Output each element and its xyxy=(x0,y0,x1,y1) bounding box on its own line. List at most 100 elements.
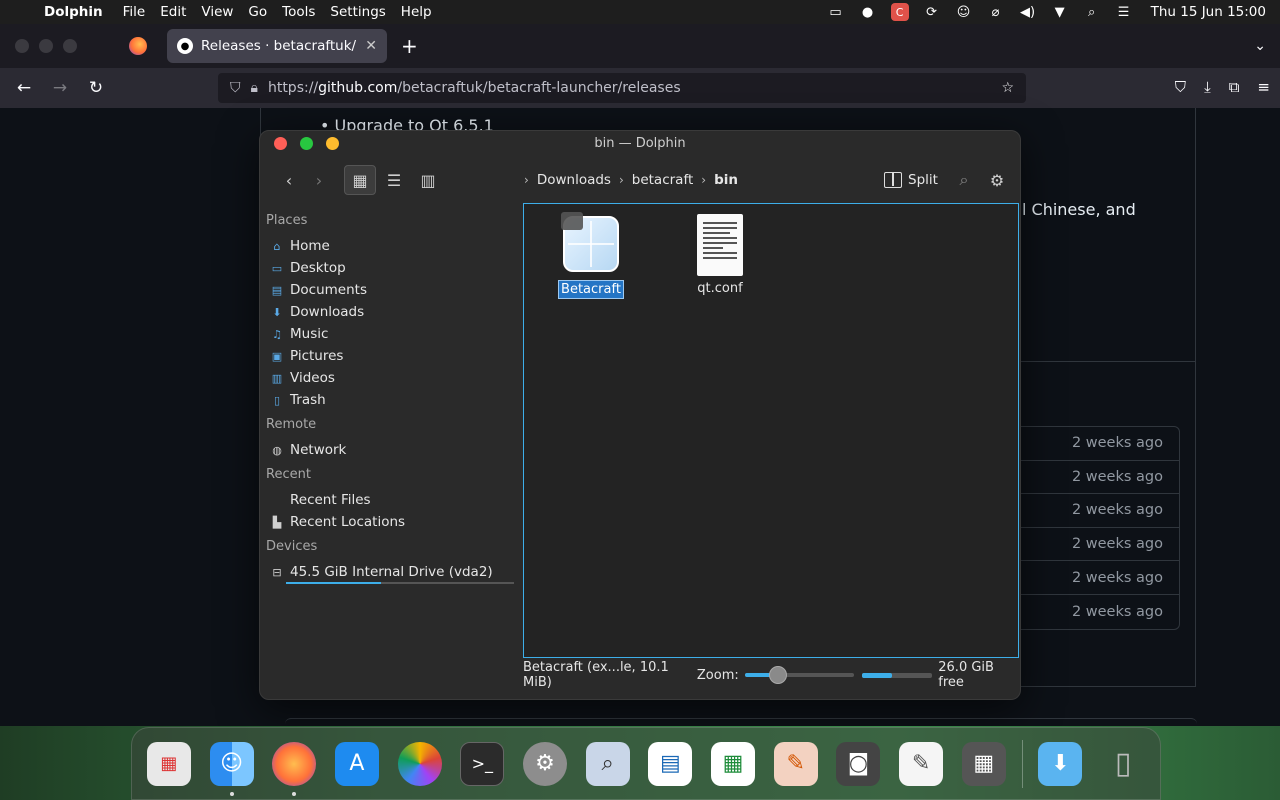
lock-icon[interactable]: 🔒︎ xyxy=(251,80,258,96)
network-off-icon[interactable]: ⌀ xyxy=(987,4,1005,20)
draw-icon[interactable]: ✎ xyxy=(769,736,823,792)
menu-icon[interactable]: ≡ xyxy=(1257,78,1270,96)
clock[interactable]: Thu 15 Jun 15:00 xyxy=(1151,4,1266,20)
sidebar-item-pictures[interactable]: ▣ Pictures xyxy=(266,345,516,367)
sidebar-item-internal-drive[interactable]: ⊟ 45.5 GiB Internal Drive (vda2) xyxy=(266,561,516,583)
url-bar[interactable]: ⛉ 🔒︎ https://github.com/betacraftuk/beta… xyxy=(218,73,1026,103)
extensions-icon[interactable]: ⧉ xyxy=(1229,78,1240,96)
file-view[interactable]: Betacraft qt.conf xyxy=(523,203,1019,658)
details-view-button[interactable]: ☰ xyxy=(380,165,408,195)
volume-icon[interactable]: ◀) xyxy=(1019,4,1037,20)
sidebar-item-trash[interactable]: ▯ Trash xyxy=(266,389,516,411)
menu-edit[interactable]: Edit xyxy=(160,4,186,20)
close-window-button[interactable] xyxy=(15,39,29,53)
search-icon[interactable]: ⌕ xyxy=(952,165,976,195)
textedit-icon[interactable]: ✎ xyxy=(894,736,948,792)
chevron-right-icon[interactable]: › xyxy=(524,173,529,187)
hamburger-menu-icon[interactable]: ⚙ xyxy=(984,165,1010,195)
control-center-icon[interactable]: ☰ xyxy=(1115,4,1133,20)
bookmark-star-icon[interactable]: ☆ xyxy=(1001,80,1014,96)
icons-view-button[interactable]: ▦ xyxy=(344,165,376,195)
asset-row[interactable]: 2 weeks ago xyxy=(1020,595,1179,629)
firefox-icon[interactable] xyxy=(267,736,321,796)
notification-app-icon[interactable]: C xyxy=(890,3,909,21)
maximize-button[interactable] xyxy=(300,137,313,150)
sidebar-item-recent-files[interactable]: Recent Files xyxy=(266,489,516,511)
pocket-icon[interactable]: ⛉ xyxy=(1175,78,1186,96)
sidebar-item-desktop[interactable]: ▭ Desktop xyxy=(266,257,516,279)
search-icon[interactable]: ⌕ xyxy=(1083,4,1101,20)
text-file-icon xyxy=(697,214,743,276)
finder-icon[interactable]: ☺ xyxy=(205,736,259,796)
recent-section-label: Recent xyxy=(266,467,311,482)
selection-info: Betacraft (ex...le, 10.1 MiB) xyxy=(523,660,669,690)
calc-icon[interactable]: ▦ xyxy=(706,736,760,792)
asset-row[interactable]: 2 weeks ago xyxy=(1020,561,1179,595)
menu-help[interactable]: Help xyxy=(401,4,432,20)
new-tab-button[interactable]: + xyxy=(401,34,418,58)
back-button[interactable]: ← xyxy=(6,78,42,98)
zoom-slider[interactable] xyxy=(744,666,855,684)
writer-icon[interactable]: ▤ xyxy=(644,736,698,792)
battery-icon[interactable]: ▭ xyxy=(827,4,845,20)
browser-tab-releases[interactable]: ● Releases · betacraftuk/betacraft-launc… xyxy=(167,29,387,63)
list-tabs-icon[interactable]: ⌄ xyxy=(1254,38,1266,54)
columns-view-button[interactable]: ▥ xyxy=(414,165,442,195)
downloads-icon[interactable]: ⤓ xyxy=(1204,78,1211,96)
menu-settings[interactable]: Settings xyxy=(330,4,385,20)
trash-icon[interactable]: ▯ xyxy=(1096,736,1150,792)
minimize-window-button[interactable] xyxy=(39,39,53,53)
split-button[interactable]: Split xyxy=(884,165,938,195)
app-store-icon[interactable]: A xyxy=(330,736,384,792)
reload-button[interactable]: ↻ xyxy=(78,78,114,98)
breadcrumb-downloads[interactable]: Downloads xyxy=(537,172,611,188)
terminal-icon[interactable]: >_ xyxy=(455,736,509,792)
downloads-folder-icon[interactable]: ⬇ xyxy=(1034,736,1088,792)
sidebar-item-network[interactable]: ◍ Network xyxy=(266,439,516,461)
asset-row[interactable]: 2 weeks ago xyxy=(1020,528,1179,562)
close-tab-icon[interactable]: ✕ xyxy=(365,38,377,54)
close-button[interactable] xyxy=(274,137,287,150)
sync-icon[interactable]: ⟳ xyxy=(923,4,941,20)
sidebar-item-videos[interactable]: ▥ Videos xyxy=(266,367,516,389)
calculator-icon[interactable]: ▦ xyxy=(957,736,1011,792)
chevron-right-icon[interactable]: › xyxy=(619,173,624,187)
chevron-right-icon[interactable]: › xyxy=(701,173,706,187)
asset-row[interactable]: 2 weeks ago xyxy=(1020,427,1179,461)
selection-checkbox[interactable] xyxy=(561,212,583,230)
shield-icon[interactable]: ⛉ xyxy=(230,80,241,96)
photos-icon[interactable] xyxy=(393,736,447,792)
cassette-icon[interactable]: ◙ xyxy=(832,736,886,792)
menu-go[interactable]: Go xyxy=(248,4,267,20)
back-button[interactable]: ‹ xyxy=(276,165,302,195)
maximize-window-button[interactable] xyxy=(63,39,77,53)
menu-view[interactable]: View xyxy=(201,4,233,20)
breadcrumb-bin[interactable]: bin xyxy=(714,172,738,188)
dolphin-title-bar[interactable]: bin — Dolphin xyxy=(260,131,1020,155)
firefox-view-icon[interactable] xyxy=(129,37,147,55)
menu-file[interactable]: File xyxy=(123,4,146,20)
launchpad-icon[interactable]: ▦ xyxy=(142,736,196,792)
preview-icon[interactable]: ⌕ xyxy=(581,736,635,792)
sidebar-item-documents[interactable]: ▤ Documents xyxy=(266,279,516,301)
account-icon[interactable]: ☺ xyxy=(955,4,973,20)
sidebar-item-downloads[interactable]: ⬇ Downloads xyxy=(266,301,516,323)
breadcrumb-betacraft[interactable]: betacraft xyxy=(632,172,694,188)
asset-row[interactable]: 2 weeks ago xyxy=(1020,461,1179,495)
system-settings-icon[interactable]: ⚙ xyxy=(518,736,572,792)
minimize-button[interactable] xyxy=(326,137,339,150)
file-item-qt-conf[interactable]: qt.conf xyxy=(665,214,775,297)
sidebar-item-recent-locations[interactable]: ▙ Recent Locations xyxy=(266,511,516,533)
sidebar-item-home[interactable]: ⌂ Home xyxy=(266,235,516,257)
menu-tools[interactable]: Tools xyxy=(282,4,315,20)
forward-button[interactable]: › xyxy=(306,165,332,195)
sidebar-item-music[interactable]: ♫ Music xyxy=(266,323,516,345)
asset-row[interactable]: 2 weeks ago xyxy=(1020,494,1179,528)
app-name-menu[interactable]: Dolphin xyxy=(44,4,103,20)
forward-button[interactable]: → xyxy=(42,78,78,98)
drive-icon: ⊟ xyxy=(272,565,282,579)
file-item-betacraft[interactable]: Betacraft xyxy=(536,212,646,299)
zoom-slider-handle[interactable] xyxy=(768,666,787,684)
user-icon[interactable]: ● xyxy=(859,4,877,20)
chevron-down-icon[interactable]: ▼ xyxy=(1051,4,1069,20)
